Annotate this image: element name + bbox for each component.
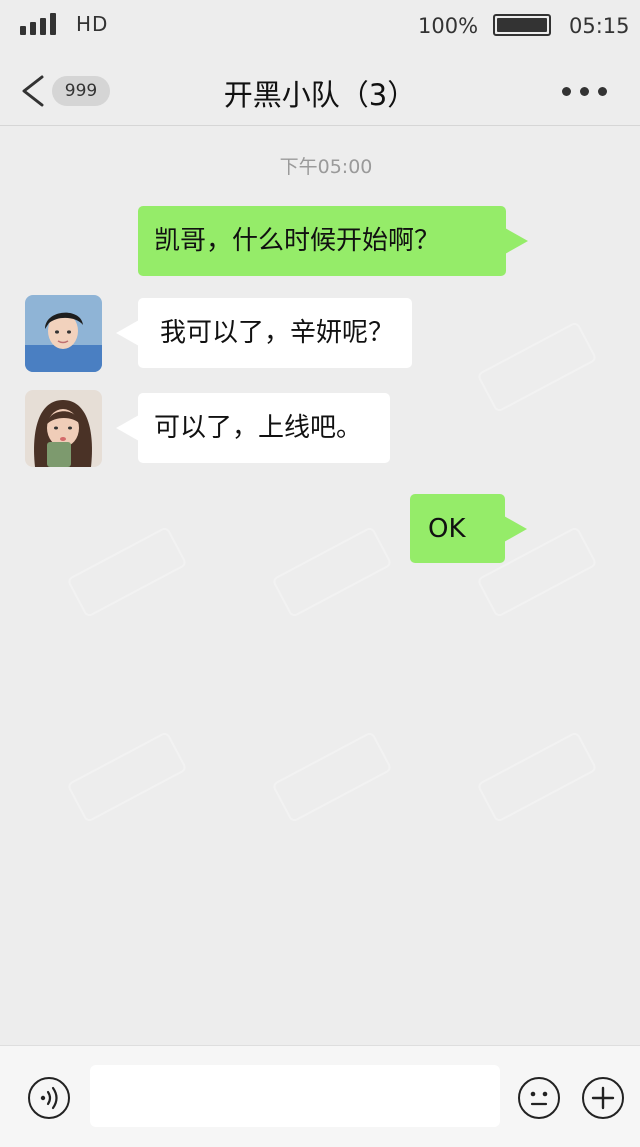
message-text: 可以了，上线吧。 xyxy=(154,413,363,443)
back-button[interactable] xyxy=(18,74,46,108)
status-bar: HD 100% 05:15 xyxy=(0,0,640,52)
watermark-stamp xyxy=(66,525,188,619)
girl-avatar-icon xyxy=(25,390,102,467)
message-bubble-sent[interactable]: OK xyxy=(410,494,527,563)
more-button[interactable] xyxy=(560,87,608,97)
message-bubble-sent[interactable]: 凯哥，什么时候开始啊？ xyxy=(138,206,528,276)
message-bubble-received[interactable]: 我可以了，辛妍呢？ xyxy=(116,298,412,368)
message-timestamp: 下午05:00 xyxy=(279,156,373,178)
voice-button[interactable] xyxy=(28,1077,70,1119)
message-input[interactable] xyxy=(90,1065,500,1127)
avatar[interactable] xyxy=(25,295,102,372)
watermark-stamp xyxy=(476,320,598,414)
watermark-stamp xyxy=(271,525,393,619)
chevron-left-icon xyxy=(22,75,44,107)
page-title: 开黑小队（3） xyxy=(223,78,417,112)
battery-percentage: 100% xyxy=(418,14,479,38)
watermark-stamp xyxy=(476,730,598,824)
message-text: 凯哥，什么时候开始啊？ xyxy=(154,226,441,256)
signal-strength-icon xyxy=(20,13,66,35)
boy-avatar-icon xyxy=(25,295,102,372)
battery-level xyxy=(497,18,547,32)
watermark-stamp xyxy=(271,730,393,824)
more-functions-button[interactable] xyxy=(582,1077,624,1119)
unread-count-badge[interactable]: 999 xyxy=(52,76,110,106)
avatar[interactable] xyxy=(25,390,102,467)
battery-icon xyxy=(493,14,551,36)
message-bubble-received[interactable]: 可以了，上线吧。 xyxy=(116,393,390,463)
status-time: 05:15 xyxy=(569,14,630,38)
message-text: OK xyxy=(428,514,466,544)
chat-header: 999 开黑小队（3） xyxy=(0,52,640,126)
plus-icon xyxy=(591,1086,615,1110)
watermark-stamp xyxy=(66,730,188,824)
message-text: 我可以了，辛妍呢？ xyxy=(160,318,395,348)
emoji-button[interactable] xyxy=(518,1077,560,1119)
network-type: HD xyxy=(76,12,109,36)
more-dots-icon xyxy=(562,87,571,96)
emoji-icon xyxy=(530,1091,548,1106)
voice-icon xyxy=(40,1086,58,1110)
chat-input-bar xyxy=(0,1045,640,1147)
